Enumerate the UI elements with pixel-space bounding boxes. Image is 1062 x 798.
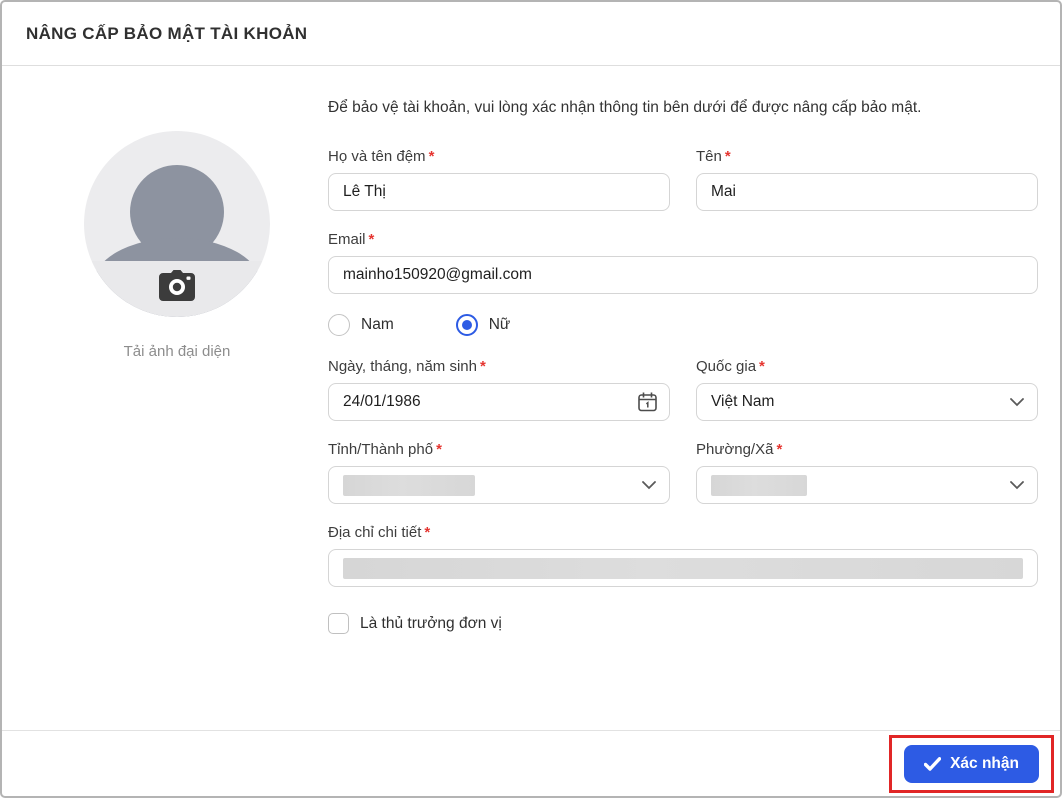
- email-input[interactable]: [328, 256, 1038, 294]
- field-ward: Phường/Xã *: [696, 441, 1038, 504]
- province-label: Tỉnh/Thành phố *: [328, 441, 442, 458]
- radio-selected-icon[interactable]: [455, 314, 478, 336]
- required-asterisk: *: [436, 441, 442, 458]
- chevron-down-icon: [1010, 398, 1024, 407]
- field-country: Quốc gia * Việt Nam: [696, 358, 1038, 421]
- gender-radio-group: Nam Nữ: [328, 314, 1038, 336]
- dob-input[interactable]: [328, 383, 670, 421]
- unit-head-label: Là thủ trưởng đơn vị: [360, 614, 502, 632]
- field-dob: Ngày, tháng, năm sinh *: [328, 358, 670, 421]
- field-email: Email *: [328, 231, 1038, 294]
- unit-head-checkbox-row[interactable]: Là thủ trưởng đơn vị: [328, 613, 1038, 634]
- gender-female-label: Nữ: [488, 316, 511, 333]
- dialog-header: NÂNG CẤP BẢO MẬT TÀI KHOẢN: [2, 2, 1060, 66]
- gender-option-male[interactable]: Nam: [328, 314, 394, 336]
- redacted-province-value: [343, 474, 475, 496]
- first-name-label: Tên *: [696, 148, 731, 165]
- check-icon: [924, 756, 942, 771]
- country-select[interactable]: Việt Nam: [696, 383, 1038, 421]
- field-first-name: Tên *: [696, 148, 1038, 211]
- form-column: Để bảo vệ tài khoản, vui lòng xác nhận t…: [328, 94, 1038, 730]
- security-upgrade-dialog: NÂNG CẤP BẢO MẬT TÀI KHOẢN Tải ảnh đại d…: [0, 0, 1062, 798]
- required-asterisk: *: [776, 441, 783, 458]
- avatar-caption: Tải ảnh đại diện: [123, 343, 231, 360]
- chevron-down-icon: [1010, 481, 1024, 490]
- country-value: Việt Nam: [711, 393, 775, 410]
- country-label: Quốc gia *: [696, 358, 765, 375]
- required-asterisk: *: [759, 358, 765, 375]
- confirm-button[interactable]: Xác nhận: [904, 744, 1039, 783]
- dialog-title: NÂNG CẤP BẢO MẬT TÀI KHOẢN: [26, 23, 308, 43]
- field-middle-name: Họ và tên đệm *: [328, 148, 670, 211]
- address-label: Địa chỉ chi tiết *: [328, 524, 431, 541]
- middle-name-input[interactable]: [328, 173, 670, 211]
- avatar-camera-band: [84, 261, 270, 317]
- first-name-input[interactable]: [696, 173, 1038, 211]
- required-asterisk: *: [724, 148, 731, 165]
- camera-icon: [159, 270, 195, 301]
- form-description: Để bảo vệ tài khoản, vui lòng xác nhận t…: [328, 99, 922, 116]
- ward-select[interactable]: [696, 466, 1038, 504]
- address-input[interactable]: [328, 549, 1038, 587]
- radio-unselected-icon[interactable]: [328, 314, 350, 336]
- middle-name-label: Họ và tên đệm *: [328, 148, 435, 165]
- required-asterisk: *: [368, 231, 375, 248]
- avatar-column: Tải ảnh đại diện: [26, 94, 328, 730]
- avatar-upload-area[interactable]: [84, 131, 270, 317]
- gender-option-female[interactable]: Nữ: [455, 314, 511, 336]
- checkbox-unchecked-icon[interactable]: [328, 613, 349, 634]
- red-highlight-box: Xác nhận: [889, 734, 1054, 793]
- province-select[interactable]: [328, 466, 670, 504]
- gender-male-label: Nam: [361, 316, 394, 333]
- required-asterisk: *: [428, 148, 435, 165]
- required-asterisk: *: [479, 358, 486, 375]
- redacted-ward-value: [711, 474, 807, 496]
- ward-label: Phường/Xã *: [696, 441, 783, 458]
- chevron-down-icon: [642, 481, 656, 490]
- field-province: Tỉnh/Thành phố *: [328, 441, 670, 504]
- confirm-button-label: Xác nhận: [950, 754, 1019, 772]
- field-address: Địa chỉ chi tiết *: [328, 524, 1038, 587]
- dialog-body: Tải ảnh đại diện Để bảo vệ tài khoản, vu…: [2, 66, 1060, 730]
- dob-label: Ngày, tháng, năm sinh *: [328, 358, 486, 375]
- dialog-footer: Xác nhận: [2, 730, 1060, 796]
- redacted-address-value: [343, 557, 1023, 579]
- email-label: Email *: [328, 231, 375, 248]
- required-asterisk: *: [424, 524, 431, 541]
